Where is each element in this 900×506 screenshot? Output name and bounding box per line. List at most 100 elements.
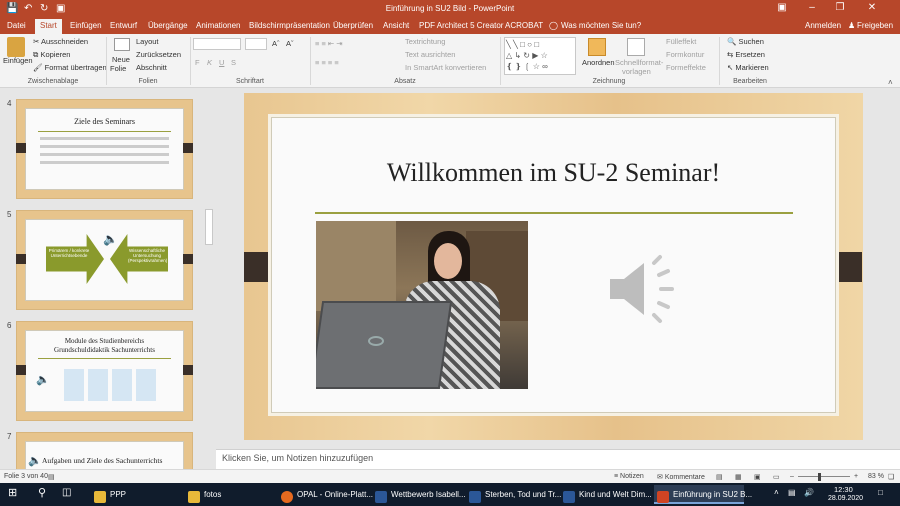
taskbar-item-label: OPAL - Online-Platt... [297,490,374,499]
arrange-icon[interactable] [588,38,606,56]
tray-chevron-icon[interactable]: ˄ [774,488,779,497]
new-slide-button-2[interactable]: Folie [110,64,126,73]
close-icon[interactable]: ✕ [860,2,884,13]
taskbar-item-powerpoint[interactable]: Einführung in SU2 B... [654,485,752,504]
arrange-button[interactable]: Anordnen [582,58,615,67]
group-label-drawing: Zeichnung [592,78,626,85]
find-button[interactable]: 🔍 Suchen [727,37,764,46]
bullets-icon[interactable]: ≡ ≡ ⇤ ⇥ [315,39,343,48]
fit-slide-icon[interactable]: ❏ [888,473,894,481]
replace-button[interactable]: ⇆ Ersetzen [727,50,765,59]
tab-datei[interactable]: Datei [7,21,26,30]
new-slide-icon[interactable] [114,38,130,51]
thumbnail-arrow-left: Primärem / konkrete Unterrichtsebende [46,234,104,284]
thumbnail-slide-6[interactable]: Module des Studienbereichs Grundschuldid… [16,321,193,421]
underline-button[interactable]: U [219,58,224,67]
clock-time[interactable]: 12:30 [834,485,853,494]
tab-bildschirmpraesentation[interactable]: Bildschirmpräsentation [249,21,330,30]
presenter-photo[interactable] [316,221,528,389]
search-icon[interactable]: ⚲ [38,486,46,499]
taskbar-item-fotos[interactable]: fotos [184,485,276,504]
reset-button[interactable]: Zurücksetzen [136,50,181,59]
lightbulb-icon[interactable]: ◯ [549,21,558,30]
smartart-button[interactable]: In SmartArt konvertieren [405,63,486,72]
shape-fill-button[interactable]: Fülleffekt [666,37,696,46]
format-painter-button[interactable]: 🖌 Format übertragen [33,63,107,72]
tab-entwurf[interactable]: Entwurf [110,21,137,30]
tab-einfuegen[interactable]: Einfügen [70,21,102,30]
minimize-icon[interactable]: – [800,2,824,13]
text-direction-button[interactable]: Textrichtung [405,37,445,46]
spellcheck-icon[interactable]: ▤ [48,473,55,481]
zoom-in-icon[interactable]: + [854,473,858,480]
new-slide-button[interactable]: Neue [112,55,130,64]
select-button[interactable]: ↖ Markieren [727,63,769,72]
notes-toggle[interactable]: ≡ Notizen [614,473,644,480]
thumbnail-slide-5[interactable]: Primärem / konkrete Unterrichtsebende Wi… [16,210,193,310]
comments-toggle[interactable]: ✉ Kommentare [657,473,705,481]
windows-start-icon[interactable]: ⊞ [8,486,17,499]
volume-icon[interactable]: 🔊 [804,488,814,497]
section-button[interactable]: Abschnitt [136,63,167,72]
notifications-icon[interactable]: □ [878,488,883,497]
ribbon-display-icon[interactable]: ▣ [770,2,794,13]
shadow-button[interactable]: S [231,58,236,67]
tab-ansicht[interactable]: Ansicht [383,21,409,30]
quick-styles-button[interactable]: Schnellformat- [615,58,663,67]
share-button[interactable]: Freigeben [857,21,893,30]
normal-view-icon[interactable]: ▤ [716,473,723,481]
task-view-icon[interactable]: ◫ [62,487,71,498]
tab-start[interactable]: Start [35,19,62,34]
share-icon[interactable]: ♟ [848,21,855,30]
taskbar-item-firefox[interactable]: OPAL - Online-Platt... [278,485,373,504]
taskbar-item-word-3[interactable]: Kind und Welt Dim... [560,485,652,504]
taskbar-item-ppp[interactable]: PPP [90,485,182,504]
clock-date[interactable]: 28.09.2020 [828,495,863,502]
zoom-out-icon[interactable]: – [790,473,794,480]
align-text-button[interactable]: Text ausrichten [405,50,455,59]
shape-outline-button[interactable]: Formkontur [666,50,704,59]
font-size-field[interactable] [245,38,267,50]
slide-sorter-icon[interactable]: ▦ [735,473,742,481]
tab-animationen[interactable]: Animationen [196,21,240,30]
network-icon[interactable]: ▤ [788,488,796,497]
italic-button[interactable]: K [207,58,212,67]
collapse-ribbon-icon[interactable]: ˄ [888,78,893,87]
signin-link[interactable]: Anmelden [805,21,841,30]
tab-uebergaenge[interactable]: Übergänge [148,21,188,30]
reading-view-icon[interactable]: ▣ [754,473,761,481]
bold-button[interactable]: F [195,58,200,67]
shape-effects-button[interactable]: Formeffekte [666,63,706,72]
tab-pdf-architect[interactable]: PDF Architect 5 Creator [419,21,503,30]
font-name-field[interactable] [193,38,241,50]
cut-button[interactable]: ✂ Ausschneiden [33,37,88,46]
notes-placeholder[interactable]: Klicken Sie, um Notizen hinzuzufügen [222,453,373,463]
quick-styles-button-2[interactable]: vorlagen [622,67,651,76]
slide-title[interactable]: Willkommen im SU-2 Seminar! [271,158,836,188]
thumbnails-scrollbar[interactable] [205,209,213,245]
paste-button[interactable]: Einfügen [3,56,33,65]
zoom-slider[interactable] [798,476,850,477]
paste-icon[interactable] [7,37,25,57]
layout-button[interactable]: Layout [136,37,159,46]
tell-me-search[interactable]: Was möchten Sie tun? [561,21,641,30]
maximize-icon[interactable]: ❐ [828,2,852,13]
zoom-slider-handle[interactable] [818,473,821,481]
thumbnail-slide-7[interactable]: 🔈 Aufgaben und Ziele des Sachunterrichts [16,432,193,471]
thumbnail-slide-4[interactable]: Ziele des Seminars [16,99,193,199]
align-icons[interactable]: ≡ ≡ ≡ ≡ [315,58,339,67]
audio-speaker-icon[interactable] [606,253,686,325]
speaker-icon: 🔈 [103,232,118,246]
shapes-gallery[interactable]: ╲ ╲ □ ○ □ △ ↳ ↻ ▶ ☆ ❴ ❵ ❲ ☆ ∞ [504,37,576,75]
copy-button[interactable]: ⧉ Kopieren [33,50,70,60]
taskbar-item-word-1[interactable]: Wettbewerb Isabell... [372,485,466,504]
shrink-font-icon[interactable]: Aˇ [286,39,294,48]
zoom-level[interactable]: 83 % [868,473,884,480]
slideshow-icon[interactable]: ▭ [773,473,780,481]
quick-styles-icon[interactable] [627,38,645,56]
tab-ueberpruefen[interactable]: Überprüfen [333,21,373,30]
laptop-shape [316,301,453,389]
taskbar-item-word-2[interactable]: Sterben, Tod und Tr... [466,485,561,504]
grow-font-icon[interactable]: Aˆ [272,39,280,48]
tab-acrobat[interactable]: ACROBAT [505,21,543,30]
